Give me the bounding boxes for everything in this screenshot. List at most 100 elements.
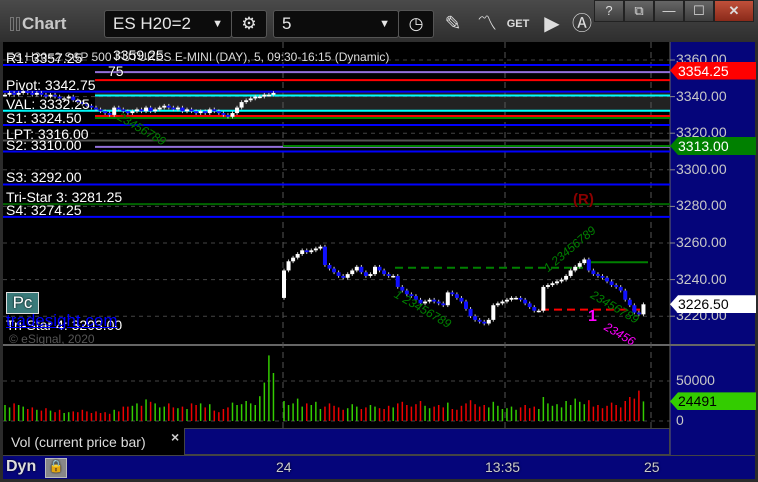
candle — [504, 299, 509, 302]
price-tag: 3354.25 — [670, 61, 756, 80]
level-label: S3: 3292.00 — [6, 169, 82, 186]
price-tag: 3313.00 — [670, 137, 756, 155]
level-label: VAL: 3332.25 — [6, 95, 90, 112]
maximize-button[interactable]: ☐ — [684, 0, 714, 22]
candle — [89, 105, 94, 108]
clock-icon[interactable]: ◷ — [398, 10, 434, 38]
candle — [614, 285, 619, 287]
chevron-down-icon[interactable]: ▼ — [212, 11, 223, 37]
candle — [382, 270, 387, 275]
symbol-input[interactable]: ES H20=2 ▼ — [104, 10, 232, 38]
reversal-marker: (R) — [573, 191, 594, 208]
volume-legend-bar — [184, 428, 670, 455]
pencil-icon[interactable]: ✎ — [441, 12, 465, 36]
candle — [377, 266, 382, 271]
candle — [221, 113, 226, 115]
candle — [271, 92, 276, 95]
lock-clock-icon[interactable]: 🔒 — [45, 458, 67, 478]
candle — [327, 264, 332, 269]
candle — [368, 274, 373, 276]
candle — [568, 270, 573, 276]
candle — [203, 111, 208, 114]
candle — [7, 92, 12, 95]
candle — [477, 319, 482, 322]
time-label: 24 — [276, 459, 292, 475]
candle — [591, 270, 596, 275]
candle — [318, 246, 323, 249]
candle — [304, 250, 309, 253]
study-icon[interactable]: 〽 — [475, 12, 499, 36]
candle — [262, 94, 267, 97]
grip-icon[interactable] — [16, 17, 20, 31]
candle — [134, 109, 139, 112]
play-icon[interactable]: ▶ — [540, 12, 564, 36]
candle — [627, 299, 632, 306]
candle — [341, 275, 346, 278]
volume-tag: 24491 — [670, 392, 756, 411]
candle — [450, 292, 455, 295]
help-button[interactable]: ? — [594, 0, 624, 22]
close-button[interactable]: ✕ — [714, 0, 754, 22]
candle — [573, 266, 578, 271]
chart-canvas[interactable] — [3, 42, 755, 479]
candle — [473, 316, 478, 320]
candle — [582, 259, 587, 264]
candle — [482, 321, 487, 324]
grip-icon[interactable] — [10, 17, 14, 31]
candle — [94, 107, 98, 110]
candle — [491, 305, 496, 320]
candle — [207, 109, 212, 114]
candle — [350, 270, 355, 275]
candle — [282, 270, 286, 298]
volume-legend-area: Vol (current price bar) × — [3, 428, 670, 455]
chart-area[interactable]: ES H20=2 S&P 500 FUTURES E-MINI (DAY), 5… — [3, 42, 756, 479]
dynamic-mode-label[interactable]: Dyn — [6, 459, 36, 475]
alert-icon[interactable]: Ⓐ — [570, 12, 594, 36]
level-label: S4: 3274.25 — [6, 201, 82, 218]
candle — [354, 266, 359, 271]
candle — [495, 303, 500, 306]
candle — [313, 248, 318, 251]
window-title: Chart — [22, 14, 67, 33]
candle — [39, 92, 44, 95]
level-label: Pivot: 3342.75 — [6, 76, 96, 93]
interval-input[interactable]: 5 ▼ — [273, 10, 399, 38]
candle — [235, 107, 240, 114]
candle — [198, 111, 203, 114]
get-icon[interactable]: GET — [506, 12, 530, 36]
candle — [459, 297, 464, 302]
volume-tick-label: 0 — [676, 412, 684, 428]
candle — [550, 283, 555, 286]
time-label: 13:35 — [485, 459, 521, 475]
level-label: S2: 3310.00 — [6, 136, 82, 153]
candle — [171, 107, 176, 110]
candle — [623, 290, 628, 300]
minimize-button[interactable]: — — [654, 0, 684, 22]
candle — [559, 279, 564, 282]
close-icon[interactable]: × — [171, 430, 179, 444]
candle — [257, 96, 262, 99]
candle — [532, 307, 537, 311]
candle — [230, 113, 235, 117]
candle — [157, 107, 162, 110]
level-label: R1: 3357.25 — [6, 50, 83, 67]
candle — [12, 92, 17, 95]
candle — [345, 274, 350, 278]
candle — [16, 92, 21, 95]
window-controls: ? ⧉ — ☐ ✕ — [594, 0, 754, 22]
volume-legend: Vol (current price bar) — [11, 434, 146, 450]
candle — [322, 246, 327, 265]
candle — [239, 102, 244, 108]
candle — [518, 297, 523, 300]
candle — [486, 319, 491, 324]
candle — [189, 109, 194, 112]
candle — [363, 272, 368, 276]
chevron-down-icon[interactable]: ▼ — [379, 11, 390, 37]
candle — [595, 274, 600, 276]
link-window-button[interactable]: ⧉ — [624, 0, 654, 22]
candle — [212, 109, 217, 112]
tradesight-link[interactable]: tradesight.com — [6, 312, 118, 329]
candle — [536, 310, 541, 313]
candle — [309, 250, 314, 253]
gear-icon[interactable]: ⚙ — [231, 10, 267, 38]
